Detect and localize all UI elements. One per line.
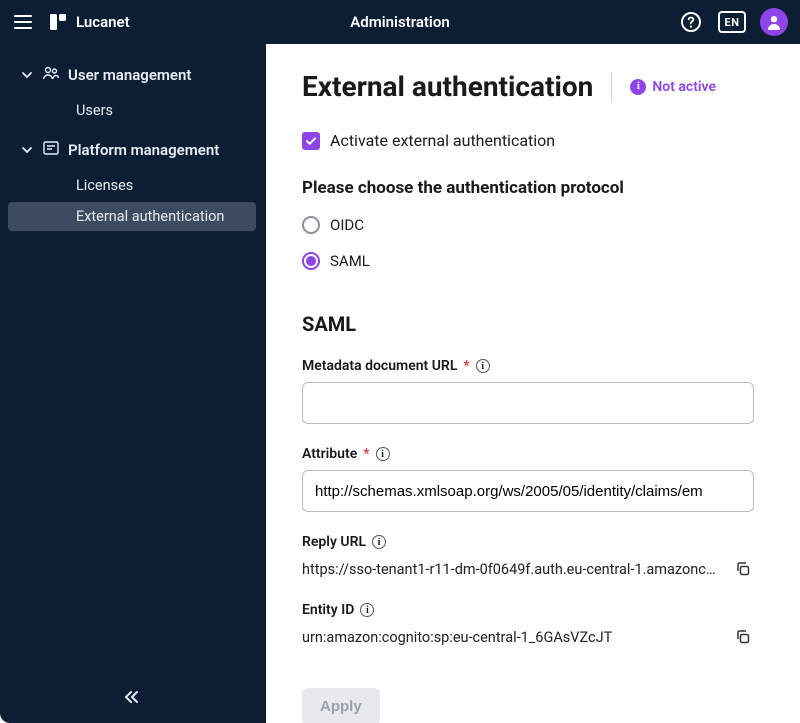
info-icon[interactable]: i [476, 359, 490, 373]
sidebar-item-label: External authentication [76, 208, 224, 225]
avatar[interactable] [760, 8, 788, 36]
radio-icon [302, 216, 320, 234]
sidebar-item-label: Users [76, 102, 113, 119]
check-icon [305, 135, 317, 147]
divider [611, 72, 612, 102]
activate-checkbox[interactable] [302, 132, 320, 150]
saml-heading: SAML [302, 312, 764, 336]
reply-url-label: Reply URL [302, 534, 366, 550]
required-marker: * [363, 446, 369, 462]
info-icon [630, 79, 646, 95]
sidebar-collapse-button[interactable] [0, 679, 262, 715]
metadata-url-input[interactable] [302, 382, 754, 424]
app-header: Lucanet Administration EN [0, 0, 800, 44]
status-text: Not active [652, 79, 716, 95]
page-title: External authentication [302, 70, 593, 103]
radio-icon [302, 252, 320, 270]
language-button[interactable]: EN [718, 11, 746, 33]
copy-icon [735, 561, 751, 577]
protocol-heading: Please choose the authentication protoco… [302, 178, 764, 198]
help-icon[interactable] [678, 9, 704, 35]
sidebar-section-label: User management [68, 66, 191, 84]
radio-label: OIDC [330, 216, 364, 234]
platform-icon [42, 139, 60, 161]
reply-url-value: https://sso-tenant1-r11-dm-0f0649f.auth.… [302, 561, 722, 578]
people-icon [42, 64, 60, 86]
apply-button[interactable]: Apply [302, 688, 380, 723]
menu-icon[interactable] [12, 11, 34, 33]
info-icon[interactable]: i [376, 447, 390, 461]
copy-entity-id-button[interactable] [732, 626, 754, 648]
sidebar-item-label: Licenses [76, 177, 133, 194]
sidebar-section-label: Platform management [68, 141, 219, 159]
person-icon [766, 14, 782, 30]
chevron-down-icon [20, 68, 34, 82]
sidebar-item-licenses[interactable]: Licenses [8, 171, 256, 200]
protocol-radio-saml[interactable]: SAML [302, 252, 764, 270]
sidebar-section-platform-management[interactable]: Platform management [0, 131, 262, 169]
lucanet-logo-icon [48, 12, 68, 32]
chevron-down-icon [20, 143, 34, 157]
sidebar-item-users[interactable]: Users [8, 96, 256, 125]
sidebar-item-external-authentication[interactable]: External authentication [8, 202, 256, 231]
activate-label: Activate external authentication [330, 131, 555, 150]
sidebar-section-user-management[interactable]: User management [0, 56, 262, 94]
radio-label: SAML [330, 252, 370, 270]
chevron-double-left-icon [123, 689, 139, 705]
main-content: External authentication Not active Activ… [266, 44, 800, 723]
required-marker: * [463, 358, 469, 374]
copy-reply-url-button[interactable] [732, 558, 754, 580]
info-icon[interactable]: i [372, 535, 386, 549]
attribute-label: Attribute [302, 446, 357, 462]
info-icon[interactable]: i [360, 603, 374, 617]
sidebar: User management Users Platform managemen… [0, 44, 266, 723]
entity-id-value: urn:amazon:cognito:sp:eu-central-1_6GAsV… [302, 629, 722, 646]
entity-id-label: Entity ID [302, 602, 354, 618]
protocol-radio-oidc[interactable]: OIDC [302, 216, 764, 234]
status-badge: Not active [630, 79, 716, 95]
metadata-label: Metadata document URL [302, 358, 457, 374]
copy-icon [735, 629, 751, 645]
attribute-input[interactable] [302, 470, 754, 512]
brand-name: Lucanet [76, 13, 130, 31]
brand-logo: Lucanet [48, 12, 130, 32]
